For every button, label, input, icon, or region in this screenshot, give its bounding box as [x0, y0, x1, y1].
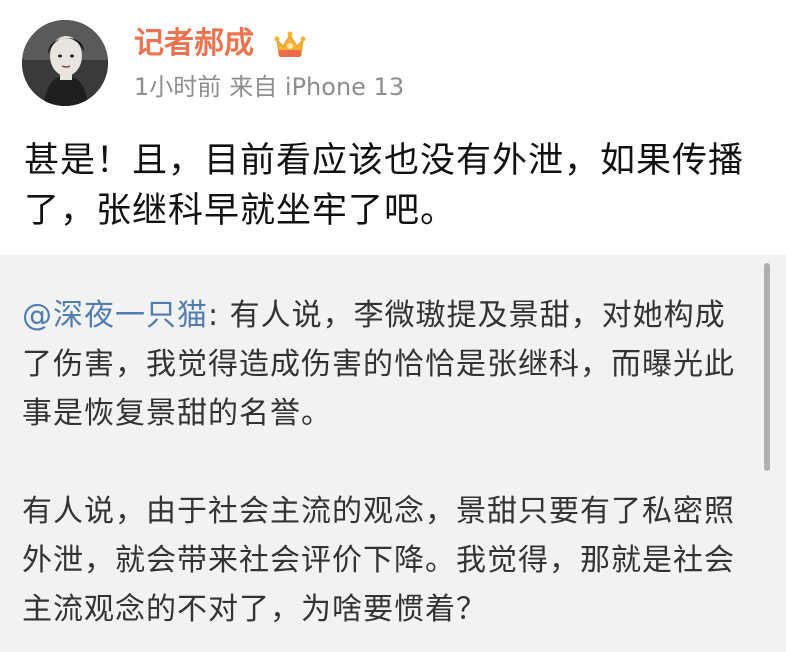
- repost-card[interactable]: @深夜一只猫: 有人说，李微璈提及景甜，对她构成了伤害，我觉得造成伤害的恰恰是张…: [0, 255, 786, 652]
- avatar-portrait-icon: [22, 20, 108, 106]
- post-header: 记者郝成 1小时前 来自 iPhone 13: [0, 0, 786, 120]
- avatar[interactable]: [22, 20, 108, 106]
- repost-separator: :: [208, 298, 230, 333]
- post-body: 甚是！且，目前看应该也没有外泄，如果传播了，张继科早就坐牢了吧。: [24, 141, 745, 231]
- repost-paragraph-1: @深夜一只猫: 有人说，李微璈提及景甜，对她构成了伤害，我觉得造成伤害的恰恰是张…: [22, 291, 746, 438]
- post-time: 1小时前: [134, 73, 222, 101]
- scrollbar[interactable]: [764, 263, 770, 471]
- repost-body: @深夜一只猫: 有人说，李微璈提及景甜，对她构成了伤害，我觉得造成伤害的恰恰是张…: [22, 291, 746, 634]
- repost-paragraph-2: 有人说，由于社会主流的观念，景甜只要有了私密照外泄，就会带来社会评价下降。我觉得…: [22, 494, 735, 627]
- username[interactable]: 记者郝成: [134, 24, 254, 64]
- crown-icon[interactable]: [273, 28, 307, 62]
- post-meta: 1小时前 来自 iPhone 13: [134, 72, 404, 102]
- repost-author-link[interactable]: @深夜一只猫: [22, 298, 208, 333]
- post-source[interactable]: 来自 iPhone 13: [229, 73, 404, 101]
